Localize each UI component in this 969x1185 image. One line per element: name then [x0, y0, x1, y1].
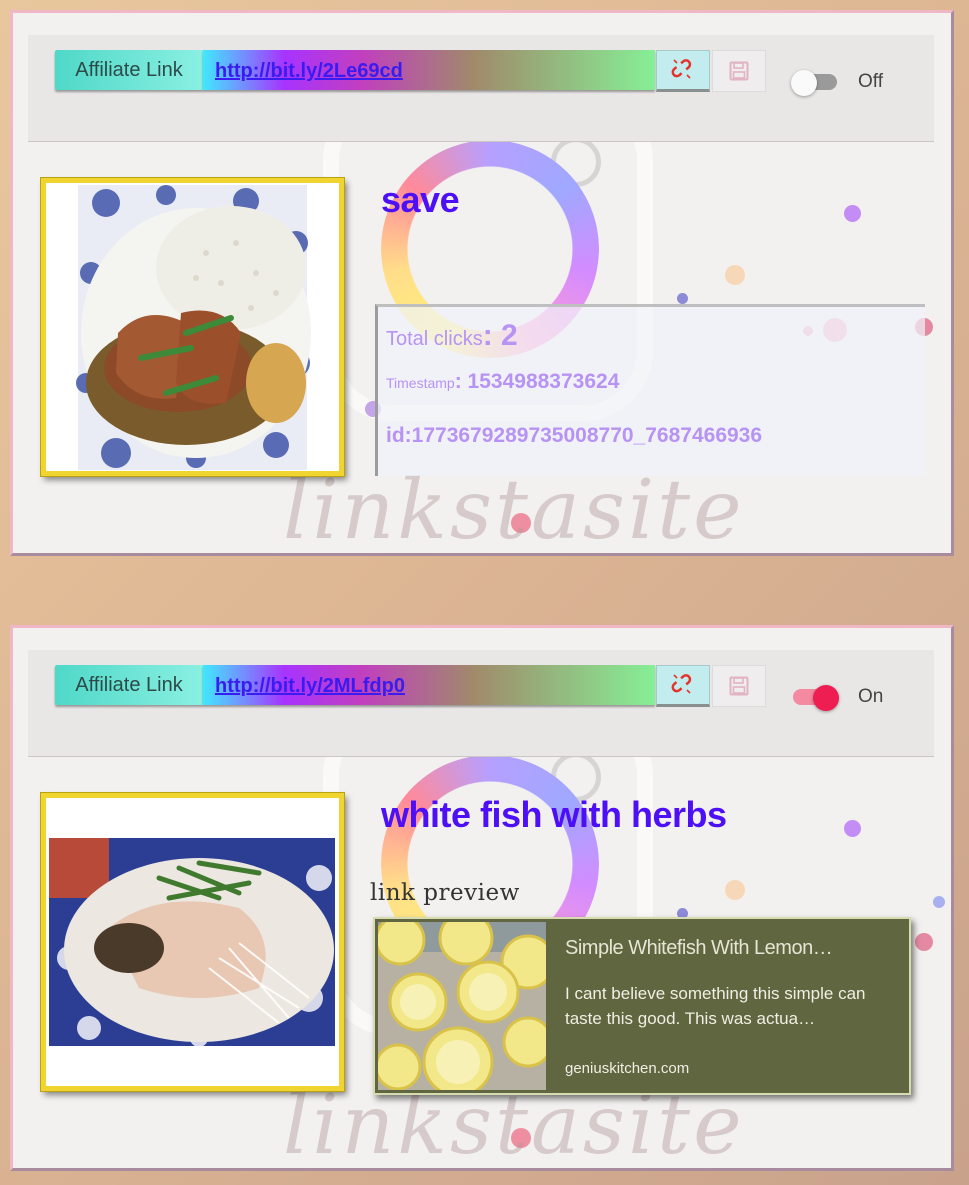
link-preview-card[interactable]: Simple Whitefish With Lemon… I cant beli…: [373, 917, 911, 1095]
total-clicks-row: Total clicks: 2: [386, 319, 518, 353]
post-title: white fish with herbs: [381, 794, 727, 835]
toggle-label: Off: [858, 71, 883, 92]
unlink-button[interactable]: [656, 50, 710, 92]
affiliate-link-label: Affiliate Link: [55, 665, 203, 705]
toggle-label: On: [858, 686, 884, 707]
floppy-disk-icon: [729, 61, 749, 81]
post-id: id:1773679289735008770_7687466936: [386, 424, 763, 447]
unlink-button[interactable]: [656, 665, 710, 707]
post-image-frame[interactable]: [40, 792, 345, 1092]
post-card-1: linkstasite Affiliate Link http://bit.ly…: [10, 10, 954, 556]
link-preview-image: [378, 922, 546, 1090]
affiliate-url-link[interactable]: http://bit.ly/2MLfdp0: [215, 675, 405, 698]
toolbar: Affiliate Link http://bit.ly/2Le69cd Off: [28, 35, 934, 142]
timestamp-value: : 1534988373624: [454, 370, 620, 393]
post-card-2: linkstasite Affiliate Link http://bit.ly…: [10, 625, 954, 1171]
broken-link-icon: [671, 674, 692, 694]
link-preview-description: I cant believe something this simple can…: [565, 984, 866, 1028]
floppy-disk-icon: [729, 676, 749, 696]
post-image: [46, 183, 339, 471]
toolbar: Affiliate Link http://bit.ly/2MLfdp0 On: [28, 650, 934, 757]
stats-panel: Total clicks: 2 Timestamp: 1534988373624…: [375, 304, 925, 476]
post-title: save: [381, 179, 460, 220]
link-preview-domain: geniuskitchen.com: [565, 1060, 690, 1077]
post-image-frame[interactable]: [40, 177, 345, 477]
timestamp-row: Timestamp: 1534988373624: [386, 370, 619, 394]
timestamp-label: Timestamp: [386, 375, 455, 391]
link-preview-title: Simple Whitefish With Lemon…: [565, 937, 833, 959]
affiliate-url-field[interactable]: http://bit.ly/2Le69cd: [203, 50, 655, 90]
link-preview-label: link preview: [370, 880, 520, 906]
broken-link-icon: [671, 59, 692, 79]
active-toggle[interactable]: [793, 685, 841, 711]
affiliate-url-field[interactable]: http://bit.ly/2MLfdp0: [203, 665, 655, 705]
save-button[interactable]: [712, 665, 766, 707]
total-clicks-value: : 2: [482, 319, 518, 352]
affiliate-url-link[interactable]: http://bit.ly/2Le69cd: [215, 60, 403, 83]
watermark: linkstasite: [283, 463, 745, 556]
affiliate-link-label: Affiliate Link: [55, 50, 203, 90]
active-toggle[interactable]: [791, 70, 841, 96]
total-clicks-label: Total clicks: [386, 328, 483, 350]
save-button[interactable]: [712, 50, 766, 92]
post-image: [46, 798, 339, 1086]
